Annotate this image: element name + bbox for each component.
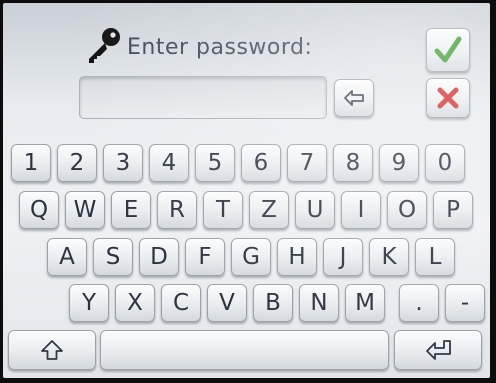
key-3-5[interactable]: N bbox=[299, 284, 339, 322]
key-0-6[interactable]: 7 bbox=[287, 144, 327, 182]
key-0-9[interactable]: 0 bbox=[425, 144, 465, 182]
key-3-8[interactable]: - bbox=[445, 284, 485, 322]
key-2-8[interactable]: L bbox=[415, 238, 455, 276]
key-1-6[interactable]: U bbox=[295, 191, 335, 229]
cancel-button[interactable] bbox=[426, 78, 470, 118]
password-field[interactable] bbox=[79, 76, 327, 119]
key-0-1[interactable]: 2 bbox=[57, 144, 97, 182]
key-2-5[interactable]: H bbox=[277, 238, 317, 276]
key-1-0[interactable]: Q bbox=[19, 191, 59, 229]
backspace-arrow-icon bbox=[344, 90, 364, 106]
key-0-3[interactable]: 4 bbox=[149, 144, 189, 182]
key-1-3[interactable]: R bbox=[157, 191, 197, 229]
key-2-6[interactable]: J bbox=[323, 238, 363, 276]
key-3-0[interactable]: Y bbox=[69, 284, 109, 322]
key-3-2[interactable]: C bbox=[161, 284, 201, 322]
key-0-8[interactable]: 9 bbox=[379, 144, 419, 182]
key-2-2[interactable]: D bbox=[139, 238, 179, 276]
key-icon bbox=[89, 28, 120, 63]
key-1-5[interactable]: Z bbox=[249, 191, 289, 229]
key-3-1[interactable]: X bbox=[115, 284, 155, 322]
space-button[interactable] bbox=[100, 330, 389, 370]
key-0-7[interactable]: 8 bbox=[333, 144, 373, 182]
password-screen: Enter password: 1234567890 QWERTZUIOP ASDF… bbox=[3, 3, 490, 378]
key-1-2[interactable]: E bbox=[111, 191, 151, 229]
key-1-7[interactable]: I bbox=[341, 191, 381, 229]
enter-return-icon bbox=[426, 340, 451, 360]
key-0-0[interactable]: 1 bbox=[11, 144, 51, 182]
checkmark-icon bbox=[434, 36, 462, 63]
backspace-button[interactable] bbox=[334, 79, 374, 117]
key-1-9[interactable]: P bbox=[433, 191, 473, 229]
key-2-4[interactable]: G bbox=[231, 238, 271, 276]
prompt-label: Enter password: bbox=[127, 35, 313, 60]
cross-icon bbox=[437, 87, 459, 109]
key-0-4[interactable]: 5 bbox=[195, 144, 235, 182]
key-0-5[interactable]: 6 bbox=[241, 144, 281, 182]
key-3-4[interactable]: B bbox=[253, 284, 293, 322]
ok-button[interactable] bbox=[426, 28, 470, 72]
key-3-6[interactable]: M bbox=[345, 284, 385, 322]
key-1-4[interactable]: T bbox=[203, 191, 243, 229]
key-0-2[interactable]: 3 bbox=[103, 144, 143, 182]
key-2-7[interactable]: K bbox=[369, 238, 409, 276]
key-1-1[interactable]: W bbox=[65, 191, 105, 229]
key-3-3[interactable]: V bbox=[207, 284, 247, 322]
key-2-0[interactable]: A bbox=[47, 238, 87, 276]
key-2-1[interactable]: S bbox=[93, 238, 133, 276]
key-1-8[interactable]: O bbox=[387, 191, 427, 229]
key-2-3[interactable]: F bbox=[185, 238, 225, 276]
key-3-7[interactable]: . bbox=[399, 284, 439, 322]
shift-arrow-icon bbox=[41, 340, 63, 360]
enter-button[interactable] bbox=[394, 330, 482, 370]
shift-button[interactable] bbox=[8, 330, 96, 370]
